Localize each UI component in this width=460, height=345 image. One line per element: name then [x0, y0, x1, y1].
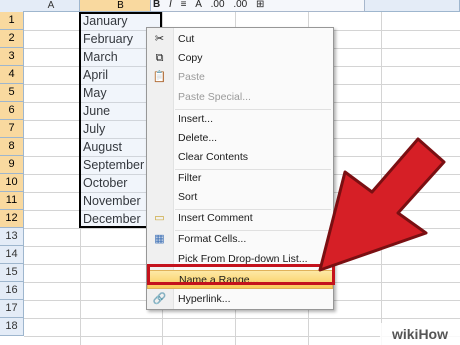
paste-icon: 📋: [152, 71, 167, 83]
row-header[interactable]: 2: [0, 30, 24, 48]
italic-button[interactable]: I: [169, 0, 172, 10]
bold-button[interactable]: B: [153, 0, 160, 10]
decrease-decimal-icon[interactable]: .00: [233, 0, 247, 10]
menu-item-label: Copy: [178, 52, 203, 64]
menu-item-filter[interactable]: Filter: [147, 169, 333, 188]
menu-item-clear-contents[interactable]: Clear Contents: [147, 148, 333, 167]
format-cells-icon: ▦: [154, 233, 165, 245]
menu-item-insert-comment[interactable]: ▭ Insert Comment: [147, 209, 333, 228]
column-header-a[interactable]: A: [23, 0, 80, 12]
menu-item-label: Format Cells...: [178, 233, 247, 245]
row-header[interactable]: 4: [0, 66, 24, 84]
row-header[interactable]: 11: [0, 192, 24, 210]
mini-toolbar: B I ≡ A .00 .00 ⊞: [150, 0, 365, 12]
menu-item-pick-from-drop-down-list[interactable]: Pick From Drop-down List...: [147, 250, 333, 269]
align-center-icon[interactable]: ≡: [181, 0, 187, 10]
menu-item-label: Clear Contents: [178, 151, 249, 163]
menu-item-name-a-range[interactable]: Name a Range...: [147, 270, 333, 289]
menu-item-label: Hyperlink...: [178, 293, 231, 305]
row-header[interactable]: 10: [0, 174, 24, 192]
hyperlink-icon: 🔗: [152, 293, 167, 305]
row-header[interactable]: 8: [0, 138, 24, 156]
increase-decimal-icon[interactable]: .00: [211, 0, 225, 10]
row-header[interactable]: 3: [0, 48, 24, 66]
row-header[interactable]: 17: [0, 300, 24, 318]
menu-item-label: Delete...: [178, 132, 218, 144]
menu-item-delete[interactable]: Delete...: [147, 129, 333, 148]
font-color-icon[interactable]: A: [195, 0, 202, 10]
copy-icon: ⧉: [155, 52, 164, 64]
row-header[interactable]: 5: [0, 84, 24, 102]
menu-item-label: Name a Range...: [179, 274, 259, 286]
menu-item-label: Pick From Drop-down List...: [178, 253, 308, 265]
comment-icon: ▭: [154, 212, 165, 224]
row-header[interactable]: 15: [0, 264, 24, 282]
menu-item-paste[interactable]: 📋 Paste: [147, 68, 333, 87]
row-header[interactable]: 12: [0, 210, 24, 228]
menu-item-hyperlink[interactable]: 🔗 Hyperlink...: [147, 290, 333, 309]
menu-item-copy[interactable]: ⧉ Copy: [147, 49, 333, 68]
row-header[interactable]: 9: [0, 156, 24, 174]
context-menu: ✂ Cut ⧉ Copy 📋 Paste Paste Special... In…: [146, 27, 334, 310]
row-header[interactable]: 18: [0, 318, 24, 336]
menu-item-paste-special[interactable]: Paste Special...: [147, 88, 333, 107]
row-header[interactable]: 6: [0, 102, 24, 120]
menu-item-label: Paste Special...: [178, 91, 251, 103]
menu-item-insert[interactable]: Insert...: [147, 110, 333, 129]
scissors-icon: ✂: [154, 33, 165, 45]
menu-item-label: Filter: [178, 172, 202, 184]
menu-item-label: Paste: [178, 71, 205, 83]
row-header[interactable]: 13: [0, 228, 24, 246]
menu-item-label: Sort: [178, 191, 198, 203]
row-header[interactable]: 14: [0, 246, 24, 264]
menu-item-label: Insert Comment: [178, 212, 253, 224]
menu-item-cut[interactable]: ✂ Cut: [147, 30, 333, 49]
wikihow-logo: wikiHow: [380, 323, 460, 345]
menu-item-sort[interactable]: Sort: [147, 188, 333, 207]
row-header[interactable]: 16: [0, 282, 24, 300]
format-painter-icon[interactable]: ⊞: [256, 0, 264, 10]
row-header[interactable]: 1: [0, 12, 24, 30]
row-header[interactable]: 7: [0, 120, 24, 138]
menu-item-label: Insert...: [178, 113, 214, 125]
menu-item-label: Cut: [178, 33, 195, 45]
menu-item-format-cells[interactable]: ▦ Format Cells...: [147, 230, 333, 249]
